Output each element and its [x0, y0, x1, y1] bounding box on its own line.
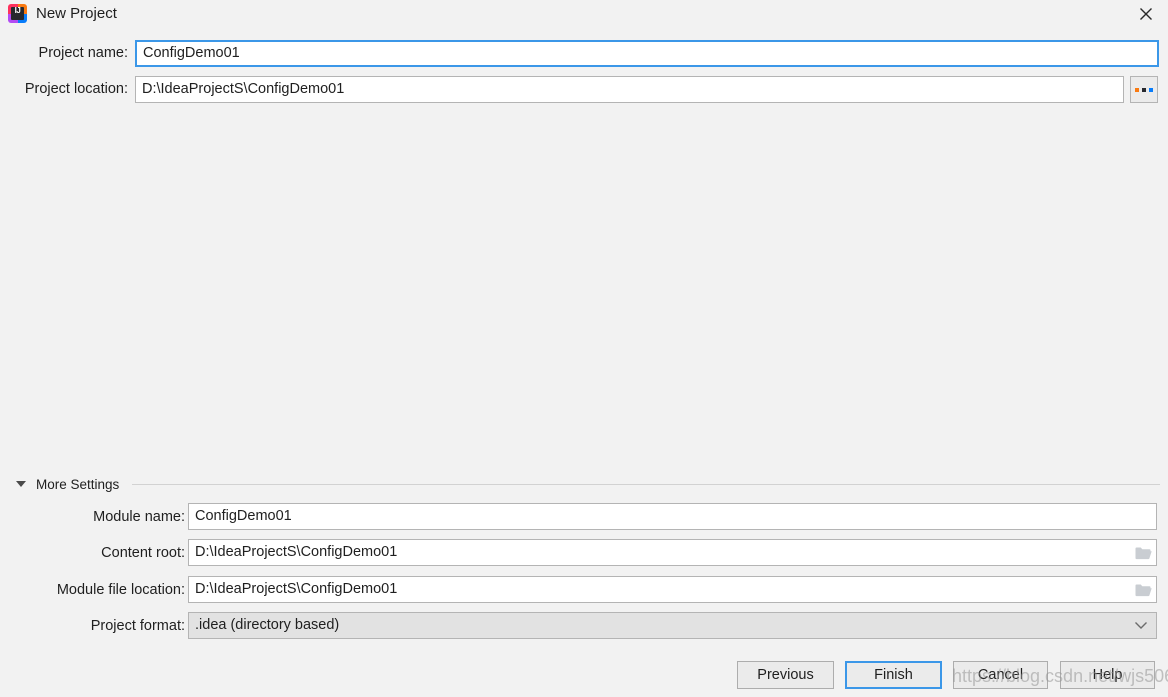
previous-button[interactable]: Previous [737, 661, 834, 689]
folder-icon[interactable] [1130, 540, 1156, 565]
ellipsis-dot-2 [1142, 87, 1146, 92]
chevron-down-icon[interactable] [1126, 613, 1156, 638]
title-bar: IJ New Project [0, 0, 1168, 28]
module-name-value: ConfigDemo01 [195, 508, 292, 525]
project-format-select[interactable]: .idea (directory based) [188, 612, 1157, 639]
section-divider [132, 484, 1160, 485]
project-name-label: Project name: [38, 45, 128, 61]
folder-icon[interactable] [1130, 577, 1156, 602]
project-name-value: ConfigDemo01 [143, 45, 240, 62]
page-title: New Project [36, 5, 117, 22]
content-root-label: Content root: [101, 545, 185, 561]
close-icon[interactable] [1123, 0, 1168, 28]
project-location-value: D:\IdeaProjectS\ConfigDemo01 [142, 81, 345, 98]
intellij-idea-icon: IJ [8, 4, 27, 23]
project-name-input[interactable]: ConfigDemo01 [135, 40, 1159, 67]
finish-button[interactable]: Finish [845, 661, 942, 689]
project-format-label: Project format: [90, 618, 185, 634]
more-settings-label[interactable]: More Settings [36, 475, 119, 494]
module-file-location-value: D:\IdeaProjectS\ConfigDemo01 [195, 581, 398, 598]
module-file-location-label: Module file location: [56, 582, 185, 598]
help-button[interactable]: Help [1060, 661, 1155, 689]
cancel-button[interactable]: Cancel [953, 661, 1048, 689]
ellipsis-dot-3 [1149, 87, 1153, 92]
project-location-label: Project location: [24, 81, 128, 97]
project-format-value: .idea (directory based) [195, 617, 340, 634]
module-name-label: Module name: [93, 509, 185, 525]
more-settings-section: More Settings [0, 475, 1168, 495]
triangle-down-icon[interactable] [16, 481, 26, 487]
content-root-value: D:\IdeaProjectS\ConfigDemo01 [195, 544, 398, 561]
ellipsis-dot-1 [1135, 87, 1139, 92]
project-location-input[interactable]: D:\IdeaProjectS\ConfigDemo01 [135, 76, 1124, 103]
browse-button[interactable] [1130, 76, 1158, 103]
module-name-input[interactable]: ConfigDemo01 [188, 503, 1157, 530]
new-project-dialog: IJ New Project Project name: ConfigDemo0… [0, 0, 1168, 697]
content-root-input[interactable]: D:\IdeaProjectS\ConfigDemo01 [188, 539, 1157, 566]
module-file-location-input[interactable]: D:\IdeaProjectS\ConfigDemo01 [188, 576, 1157, 603]
